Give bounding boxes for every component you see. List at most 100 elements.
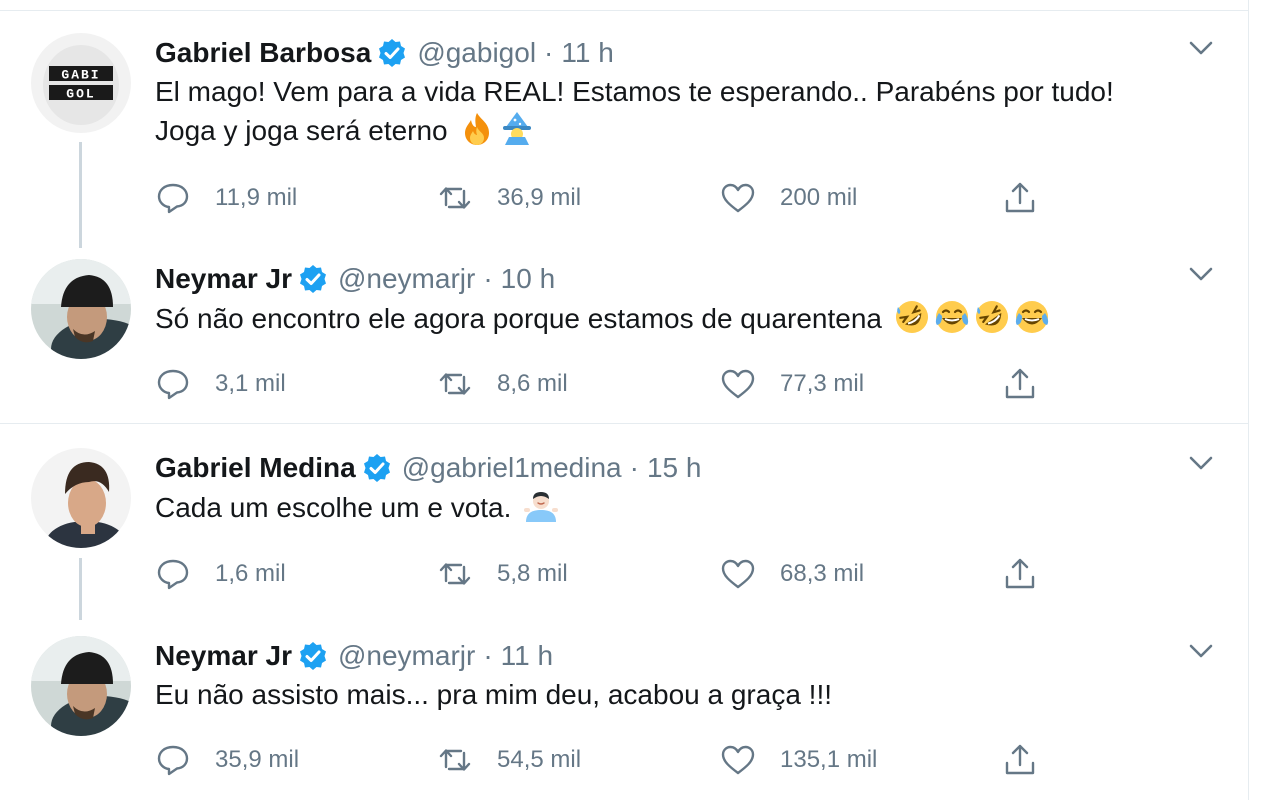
man-shrugging-emoji-icon <box>523 491 559 523</box>
separator-dot: · <box>483 640 493 671</box>
tweet-text-line: Eu não assisto mais... pra mim deu, acab… <box>155 679 833 710</box>
like-button[interactable]: 135,1 mil <box>720 742 877 778</box>
chevron-down-icon[interactable] <box>1188 642 1214 660</box>
timeline: GABI GOL Gabriel Barbosa @gabigol · 11 h… <box>0 0 1249 800</box>
like-count: 77,3 mil <box>780 370 865 397</box>
retweet-icon[interactable] <box>437 366 473 402</box>
retweet-button[interactable]: 8,6 mil <box>437 366 568 402</box>
display-name[interactable]: Gabriel Medina <box>155 452 356 484</box>
like-count: 200 mil <box>780 184 858 211</box>
reply-count: 35,9 mil <box>215 746 300 773</box>
separator-dot: · <box>629 452 639 483</box>
retweet-icon[interactable] <box>437 180 473 216</box>
display-name[interactable]: Neymar Jr <box>155 640 292 672</box>
mage-emoji-icon <box>503 112 532 145</box>
tweet-text-line: El mago! Vem para a vida REAL! Estamos t… <box>155 76 1114 107</box>
share-icon[interactable] <box>1002 366 1038 402</box>
like-icon[interactable] <box>720 742 756 778</box>
tweet-actions: 3,1 mil 8,6 mil 77,3 mil <box>155 366 1055 402</box>
retweet-count: 54,5 mil <box>497 746 582 773</box>
chevron-down-icon[interactable] <box>1188 39 1214 57</box>
display-name[interactable]: Gabriel Barbosa <box>155 37 371 69</box>
user-handle[interactable]: @neymarjr <box>338 263 475 295</box>
separator-dot: · <box>483 263 493 294</box>
retweet-icon[interactable] <box>437 556 473 592</box>
reply-icon[interactable] <box>155 366 191 402</box>
share-icon[interactable] <box>1002 180 1038 216</box>
rolling-laugh-emoji-icon <box>973 299 1010 335</box>
tweet-actions: 11,9 mil 36,9 mil 200 mil <box>155 180 1055 216</box>
user-handle[interactable]: @gabigol <box>417 37 536 69</box>
retweet-button[interactable]: 54,5 mil <box>437 742 581 778</box>
like-count: 68,3 mil <box>780 560 865 587</box>
chevron-down-icon[interactable] <box>1188 265 1214 283</box>
like-button[interactable]: 68,3 mil <box>720 556 864 592</box>
like-button[interactable]: 77,3 mil <box>720 366 864 402</box>
tweet-text-line: Cada um escolhe um e vota. <box>155 492 512 523</box>
share-button[interactable] <box>1002 366 1038 402</box>
retweet-icon[interactable] <box>437 742 473 778</box>
tweet-text: Cada um escolhe um e vota. <box>155 488 1225 527</box>
reply-button[interactable]: 1,6 mil <box>155 556 286 592</box>
avatar[interactable] <box>31 259 131 359</box>
tweet-text-line: Joga y joga será eterno <box>155 115 448 146</box>
tweet-header: Neymar Jr @neymarjr · 11 h <box>155 638 553 674</box>
share-button[interactable] <box>1002 556 1038 592</box>
timestamp[interactable]: 15 h <box>647 452 702 484</box>
like-icon[interactable] <box>720 556 756 592</box>
timestamp[interactable]: 10 h <box>501 263 556 295</box>
tweet-text: Eu não assisto mais... pra mim deu, acab… <box>155 676 1225 714</box>
reply-icon[interactable] <box>155 180 191 216</box>
tweet[interactable]: Neymar Jr @neymarjr · 10 h Só não encont… <box>0 259 1248 419</box>
reply-count: 3,1 mil <box>215 370 286 397</box>
tweet[interactable]: Gabriel Medina @gabriel1medina · 15 h Ca… <box>0 448 1248 608</box>
rolling-laugh-emoji-icon <box>893 299 930 335</box>
reply-button[interactable]: 11,9 mil <box>155 180 297 216</box>
like-button[interactable]: 200 mil <box>720 180 857 216</box>
conversation-divider <box>0 423 1248 424</box>
share-button[interactable] <box>1002 180 1038 216</box>
retweet-button[interactable]: 5,8 mil <box>437 556 568 592</box>
avatar[interactable]: GABI GOL <box>31 33 131 133</box>
share-icon[interactable] <box>1002 556 1038 592</box>
retweet-count: 8,6 mil <box>497 370 568 397</box>
timestamp[interactable]: 11 h <box>561 37 613 69</box>
chevron-down-icon[interactable] <box>1188 454 1214 472</box>
share-icon[interactable] <box>1002 742 1038 778</box>
share-button[interactable] <box>1002 742 1038 778</box>
separator-dot: · <box>544 37 554 68</box>
top-divider <box>0 10 1248 11</box>
tweet-text: El mago! Vem para a vida REAL! Estamos t… <box>155 73 1225 150</box>
verified-badge-icon <box>298 641 328 671</box>
tears-of-joy-emoji-icon <box>1014 299 1049 335</box>
reply-count: 1,6 mil <box>215 560 286 587</box>
reply-icon[interactable] <box>155 742 191 778</box>
tears-of-joy-emoji-icon <box>934 299 969 335</box>
verified-badge-icon <box>377 38 407 68</box>
tweet-header: Neymar Jr @neymarjr · 10 h <box>155 261 555 297</box>
user-handle[interactable]: @neymarjr <box>338 640 475 672</box>
retweet-count: 5,8 mil <box>497 560 568 587</box>
reply-button[interactable]: 3,1 mil <box>155 366 286 402</box>
retweet-count: 36,9 mil <box>497 184 582 211</box>
tweet-actions: 35,9 mil 54,5 mil 135,1 mil <box>155 742 1055 778</box>
retweet-button[interactable]: 36,9 mil <box>437 180 581 216</box>
reply-icon[interactable] <box>155 556 191 592</box>
display-name[interactable]: Neymar Jr <box>155 263 292 295</box>
user-handle[interactable]: @gabriel1medina <box>402 452 622 484</box>
reply-button[interactable]: 35,9 mil <box>155 742 299 778</box>
avatar[interactable] <box>31 448 131 548</box>
reply-count: 11,9 mil <box>215 184 298 211</box>
timestamp[interactable]: 11 h <box>501 640 553 672</box>
like-count: 135,1 mil <box>780 746 878 773</box>
tweet-header: Gabriel Barbosa @gabigol · 11 h <box>155 35 614 71</box>
verified-badge-icon <box>298 264 328 294</box>
tweet[interactable]: Neymar Jr @neymarjr · 11 h Eu não assist… <box>0 636 1248 796</box>
tweet[interactable]: GABI GOL Gabriel Barbosa @gabigol · 11 h… <box>0 33 1248 223</box>
tweet-text: Só não encontro ele agora porque estamos… <box>155 299 1225 338</box>
fire-emoji-icon <box>465 113 490 145</box>
like-icon[interactable] <box>720 366 756 402</box>
like-icon[interactable] <box>720 180 756 216</box>
avatar[interactable] <box>31 636 131 736</box>
avatar-logo-text-top: GABI <box>61 68 100 83</box>
